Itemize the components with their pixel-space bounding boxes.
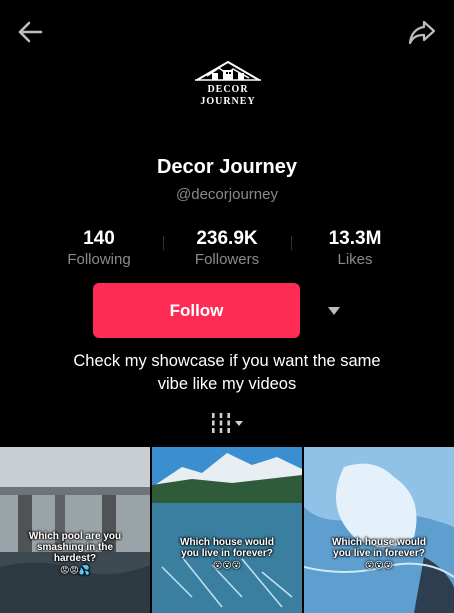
video-thumbnail[interactable]: Which house would you live in forever? 😮… [152, 447, 302, 613]
caption-emoji: 😮😮😮 [212, 560, 242, 570]
caret-down-icon [328, 306, 340, 315]
share-button[interactable] [406, 16, 438, 48]
tab-videos[interactable] [210, 412, 244, 434]
caret-down-icon [235, 421, 243, 426]
logo-text-line2: JOURNEY [200, 96, 256, 107]
caption-line: you live in forever? [333, 548, 425, 559]
stat-label: Following [67, 251, 131, 268]
stat-value: 140 [83, 228, 115, 249]
stat-following[interactable]: 140 Following [35, 228, 163, 274]
content-tabs [0, 403, 454, 443]
lake-scene-image [152, 447, 302, 613]
video-caption: Which house would you live in forever? 😮… [304, 537, 454, 571]
profile-handle: @decorjourney [176, 186, 278, 203]
caption-line: Which house would [332, 537, 426, 548]
bio-line: Check my showcase if you want the same [73, 352, 381, 370]
logo-text-line1: DECOR [207, 84, 249, 95]
caption-emoji: 😮😮😮 [364, 560, 394, 570]
profile-name: Decor Journey [156, 156, 298, 178]
suggested-accounts-button[interactable] [310, 283, 358, 338]
ice-scene-image [304, 447, 454, 613]
caption-emoji: 😡😡💦 [60, 565, 90, 575]
stat-value: 13.3M [328, 228, 382, 249]
stat-likes[interactable]: 13.3M Likes [291, 228, 419, 274]
share-arrow-icon [408, 20, 436, 45]
profile-bio: Check my showcase if you want the same v… [30, 350, 424, 396]
house-logo-icon [195, 60, 261, 81]
stat-label: Followers [194, 251, 260, 268]
grid-icon [212, 413, 230, 433]
caption-line: smashing in the [36, 542, 114, 553]
pool-scene-image [0, 447, 150, 613]
caption-line: you live in forever? [181, 548, 273, 559]
caption-line: Which house would [180, 537, 274, 548]
back-button[interactable] [14, 16, 46, 48]
stats-row: 140 Following 236.9K Followers 13.3M Lik… [35, 228, 419, 274]
bio-line: vibe like my videos [157, 375, 297, 393]
video-thumbnail[interactable]: Which pool are you smashing in the harde… [0, 447, 150, 613]
caption-line: Which pool are you [28, 531, 122, 542]
arrow-left-icon [18, 21, 43, 43]
video-grid: Which pool are you smashing in the harde… [0, 447, 454, 613]
follow-button[interactable]: Follow [93, 283, 300, 338]
avatar[interactable]: DECOR JOURNEY [187, 52, 269, 134]
stat-label: Likes [337, 251, 373, 268]
video-caption: Which house would you live in forever? 😮… [152, 537, 302, 571]
stat-followers[interactable]: 236.9K Followers [163, 228, 291, 274]
stat-value: 236.9K [196, 228, 258, 249]
video-caption: Which pool are you smashing in the harde… [0, 531, 150, 576]
video-thumbnail[interactable]: Which house would you live in forever? 😮… [304, 447, 454, 613]
top-bar [0, 0, 454, 60]
caption-line: hardest? [53, 553, 97, 564]
